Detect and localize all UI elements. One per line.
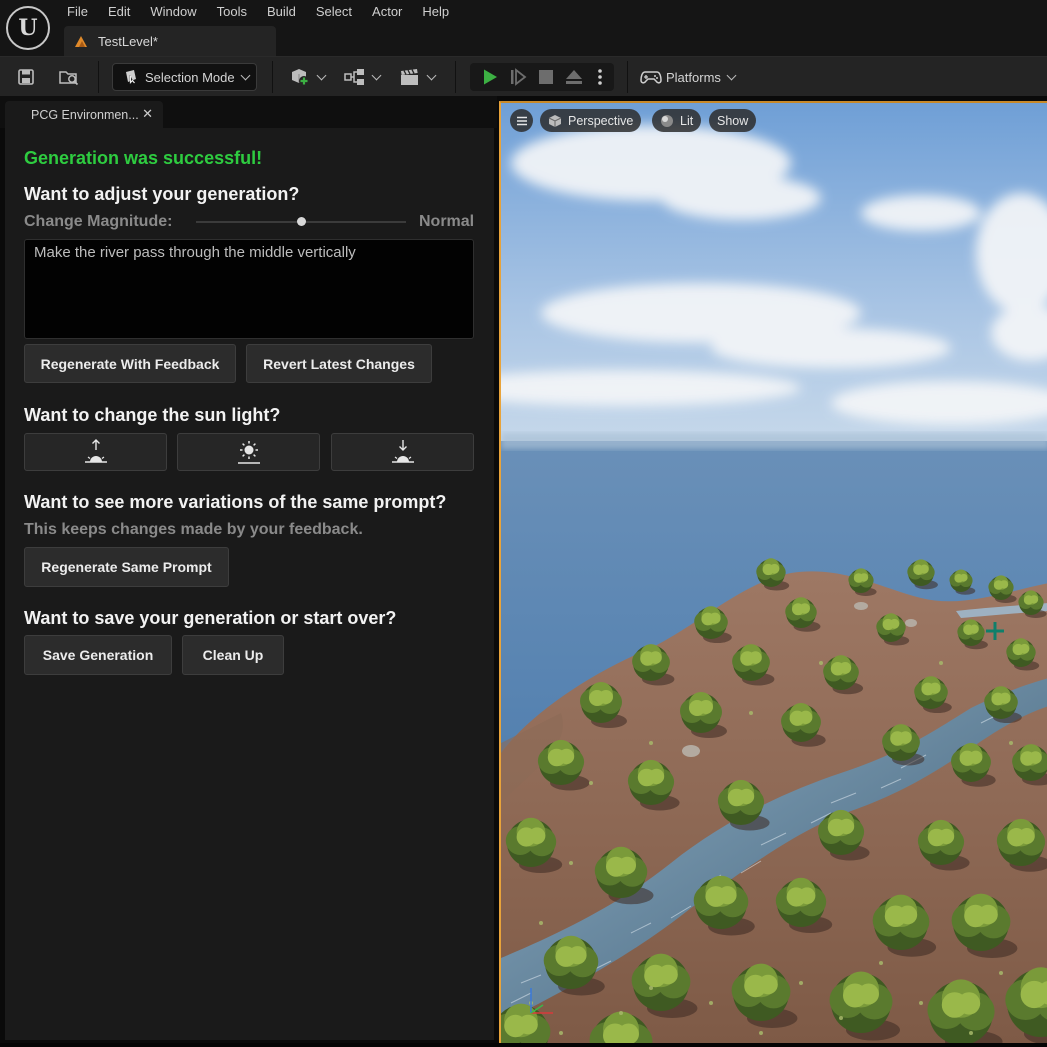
level-tab[interactable]: TestLevel* — [64, 26, 276, 56]
lit-label: Lit — [680, 113, 694, 128]
menu-file[interactable]: File — [57, 0, 98, 24]
panel-tab-title: PCG Environmen... — [31, 107, 139, 122]
hamburger-menu-icon — [516, 116, 527, 125]
sun-heading: Want to change the sun light? — [24, 405, 281, 425]
perspective-label: Perspective — [568, 113, 634, 128]
landscape-scene — [501, 103, 1047, 1045]
menu-bar: U File Edit Window Tools Build Select Ac… — [0, 0, 1047, 56]
play-icon[interactable] — [478, 65, 502, 89]
noon-sun-icon — [237, 441, 260, 464]
feedback-input[interactable]: Make the river pass through the middle v… — [24, 239, 474, 339]
sunset-button[interactable] — [331, 433, 474, 471]
add-cube-icon — [292, 69, 309, 86]
chevron-down-icon — [371, 70, 382, 80]
chevron-down-icon — [316, 70, 327, 80]
regenerate-with-feedback-button[interactable]: Regenerate With Feedback — [24, 344, 236, 383]
viewport-toolbar: Perspective Lit Show — [501, 103, 1047, 139]
cinematics-button[interactable] — [397, 65, 437, 89]
pcg-environment-panel: Generation was successful! Want to adjus… — [5, 128, 494, 1040]
menu-edit[interactable]: Edit — [98, 0, 140, 24]
revert-latest-changes-button[interactable]: Revert Latest Changes — [246, 344, 432, 383]
clean-up-button[interactable]: Clean Up — [182, 635, 284, 675]
lit-button[interactable]: Lit — [652, 109, 702, 132]
show-label: Show — [717, 113, 749, 128]
clapperboard-icon — [401, 69, 418, 85]
panel-tab-bar: PCG Environmen... ✕ — [0, 96, 497, 128]
level-viewport[interactable]: Perspective Lit Show — [499, 101, 1047, 1045]
unreal-logo-icon[interactable]: U — [6, 6, 50, 50]
sunrise-button[interactable] — [24, 433, 167, 471]
cursor-cube-icon — [126, 70, 136, 85]
advance-frame-icon[interactable] — [506, 65, 530, 89]
save-icon[interactable] — [14, 65, 38, 89]
stop-icon[interactable] — [534, 65, 558, 89]
viewport-menu-button[interactable] — [510, 109, 533, 132]
toolbar-divider — [98, 61, 99, 93]
toolbar-divider — [455, 61, 456, 93]
main-toolbar: Selection Mode Platforms — [0, 56, 1047, 96]
sunset-icon — [391, 440, 414, 463]
more-options-icon[interactable] — [590, 65, 610, 89]
show-button[interactable]: Show — [709, 109, 757, 132]
toolbar-divider — [272, 61, 273, 93]
chevron-down-icon — [240, 70, 251, 80]
save-generation-button[interactable]: Save Generation — [24, 635, 172, 675]
level-icon — [75, 36, 87, 47]
regenerate-same-prompt-button[interactable]: Regenerate Same Prompt — [24, 547, 229, 587]
platforms-label: Platforms — [666, 69, 721, 85]
variations-heading: Want to see more variations of the same … — [24, 492, 447, 512]
menu-window[interactable]: Window — [140, 0, 206, 24]
adjust-heading: Want to adjust your generation? — [24, 184, 300, 204]
eject-icon[interactable] — [562, 65, 586, 89]
slider-thumb[interactable] — [296, 217, 306, 226]
variations-note: This keeps changes made by your feedback… — [24, 521, 363, 538]
blueprint-icon — [344, 69, 364, 85]
sunrise-icon — [84, 439, 107, 463]
toolbar-divider — [627, 61, 628, 93]
platforms-dropdown[interactable]: Platforms — [640, 63, 737, 91]
menu-help[interactable]: Help — [412, 0, 459, 24]
cube-icon — [548, 114, 562, 127]
menu-tools[interactable]: Tools — [207, 0, 257, 24]
gamepad-icon — [640, 71, 662, 84]
perspective-button[interactable]: Perspective — [540, 109, 642, 132]
close-icon[interactable]: ✕ — [142, 106, 153, 122]
lit-sphere-icon — [661, 114, 673, 127]
selection-mode-label: Selection Mode — [145, 69, 235, 85]
menu-select[interactable]: Select — [306, 0, 362, 24]
chevron-down-icon — [426, 70, 437, 80]
menu-build[interactable]: Build — [257, 0, 306, 24]
change-magnitude-label: Change Magnitude: — [24, 213, 173, 230]
level-tab-title: TestLevel* — [98, 33, 158, 49]
change-magnitude-value: Normal — [419, 213, 475, 230]
success-message: Generation was successful! — [24, 148, 263, 168]
selection-mode-dropdown[interactable]: Selection Mode — [112, 63, 257, 91]
menu-actor[interactable]: Actor — [362, 0, 412, 24]
add-actor-button[interactable] — [288, 65, 327, 89]
main-menu: File Edit Window Tools Build Select Acto… — [57, 0, 459, 24]
blueprints-button[interactable] — [342, 65, 382, 89]
chevron-down-icon — [726, 70, 737, 80]
play-controls — [470, 63, 614, 91]
tab-pcg-environment[interactable]: PCG Environmen... ✕ — [5, 101, 163, 128]
browse-content-icon[interactable] — [56, 65, 82, 89]
status-strip — [0, 1043, 1047, 1047]
noon-sun-button[interactable] — [177, 433, 320, 471]
save-heading: Want to save your generation or start ov… — [24, 608, 397, 628]
